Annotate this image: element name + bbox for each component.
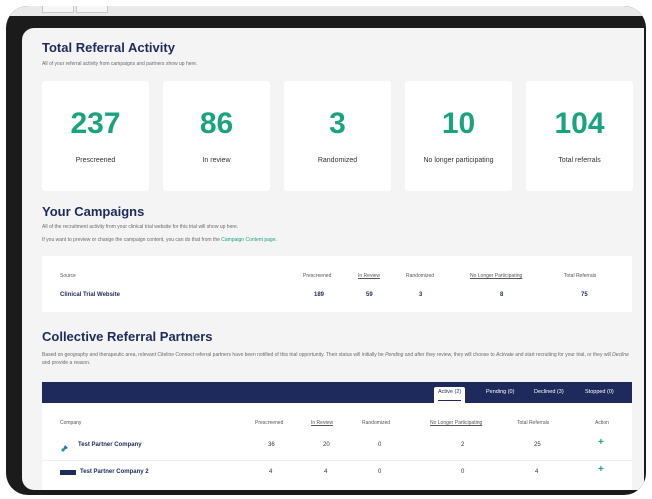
campaign-prescreened: 189 bbox=[314, 292, 325, 298]
campaigns-description: All of the recruitment activity from you… bbox=[42, 224, 239, 230]
col-prescreened: Prescreened bbox=[255, 420, 284, 426]
col-randomized: Randomized bbox=[362, 420, 391, 426]
campaign-randomized: 3 bbox=[419, 292, 423, 298]
stat-value: 104 bbox=[554, 107, 605, 140]
partner-prescreened: 4 bbox=[269, 469, 273, 475]
stat-label: Randomized bbox=[317, 157, 358, 164]
col-total-referrals: Total Referrals bbox=[517, 420, 550, 426]
stat-card-prescreened: 237 Prescreened bbox=[42, 81, 149, 191]
stat-card-total-referrals: 104 Total referrals bbox=[526, 81, 633, 191]
screen: Total Referral Activity All of your refe… bbox=[22, 28, 644, 490]
col-no-longer-participating[interactable]: No Longer Participating bbox=[470, 273, 522, 279]
partner-in-review: 4 bbox=[324, 469, 328, 475]
partner-randomized: 0 bbox=[378, 442, 382, 448]
col-source: Source bbox=[60, 273, 76, 279]
col-action: Action bbox=[595, 420, 609, 426]
partner-prescreened: 36 bbox=[268, 442, 275, 448]
partner-total: 25 bbox=[534, 442, 541, 448]
partners-description: Based on geography and therapeutic area,… bbox=[42, 352, 629, 366]
tab-pending[interactable]: Pending (0) bbox=[486, 389, 514, 401]
tablet-frame: Total Referral Activity All of your refe… bbox=[6, 6, 646, 495]
campaign-source: Clinical Trial Website bbox=[60, 292, 120, 298]
browser-top-bar bbox=[6, 6, 646, 16]
partner-logo-icon bbox=[60, 440, 70, 452]
campaign-no-longer: 8 bbox=[500, 292, 504, 298]
partners-table: Company Prescreened In Review Randomized… bbox=[42, 403, 632, 490]
col-in-review[interactable]: In Review bbox=[311, 420, 333, 426]
stat-card-randomized: 3 Randomized bbox=[284, 81, 391, 191]
stat-value: 237 bbox=[70, 107, 121, 140]
campaign-in-review: 59 bbox=[366, 292, 373, 298]
activity-description: All of your referral activity from campa… bbox=[42, 61, 198, 67]
stat-card-in-review: 86 In review bbox=[163, 81, 270, 191]
partner-no-longer: 0 bbox=[461, 469, 465, 475]
browser-tab[interactable] bbox=[76, 6, 108, 13]
partners-title: Collective Referral Partners bbox=[42, 329, 213, 344]
partner-company: Test Partner Company 2 bbox=[80, 469, 149, 475]
campaigns-title: Your Campaigns bbox=[42, 204, 145, 219]
col-total-referrals: Total Referrals bbox=[564, 273, 597, 279]
campaigns-table: Source Prescreened In Review Randomized … bbox=[42, 256, 632, 312]
stat-card-no-longer-participating: 10 No longer participating bbox=[405, 81, 512, 191]
partner-randomized: 0 bbox=[378, 469, 382, 475]
stat-label: Prescreened bbox=[75, 157, 116, 164]
stat-label: In review bbox=[202, 157, 231, 164]
tab-stopped[interactable]: Stopped (0) bbox=[585, 389, 614, 401]
stat-value: 86 bbox=[199, 107, 234, 140]
stat-value: 10 bbox=[441, 107, 476, 140]
activity-title: Total Referral Activity bbox=[42, 40, 175, 55]
browser-tabs bbox=[42, 6, 110, 13]
partner-no-longer: 2 bbox=[461, 442, 465, 448]
col-no-longer-participating[interactable]: No Longer Participating bbox=[430, 420, 482, 426]
campaign-content-link[interactable]: Campaign Content page bbox=[221, 237, 275, 243]
col-in-review[interactable]: In Review bbox=[358, 273, 380, 279]
partner-in-review: 20 bbox=[323, 442, 330, 448]
partner-total: 4 bbox=[535, 469, 539, 475]
row-divider bbox=[42, 460, 632, 461]
campaigns-description-2: If you want to preview or change the cam… bbox=[42, 237, 277, 243]
add-partner-button[interactable]: + bbox=[598, 464, 604, 475]
add-partner-button[interactable]: + bbox=[598, 437, 604, 448]
tab-declined[interactable]: Declined (3) bbox=[534, 389, 564, 401]
col-prescreened: Prescreened bbox=[303, 273, 332, 279]
tab-active[interactable]: Active (2) bbox=[434, 387, 466, 403]
col-randomized: Randomized bbox=[406, 273, 435, 279]
col-company: Company bbox=[60, 420, 82, 426]
partner-logo-icon bbox=[60, 470, 76, 475]
stat-label: No longer participating bbox=[423, 157, 494, 164]
browser-tab[interactable] bbox=[42, 6, 74, 13]
stat-value: 3 bbox=[329, 107, 346, 140]
partner-company: Test Partner Company bbox=[78, 442, 142, 448]
stat-label: Total referrals bbox=[558, 157, 601, 164]
partners-tab-bar: Active (2) Pending (0) Declined (3) Stop… bbox=[42, 382, 632, 403]
campaign-total: 75 bbox=[581, 292, 588, 298]
